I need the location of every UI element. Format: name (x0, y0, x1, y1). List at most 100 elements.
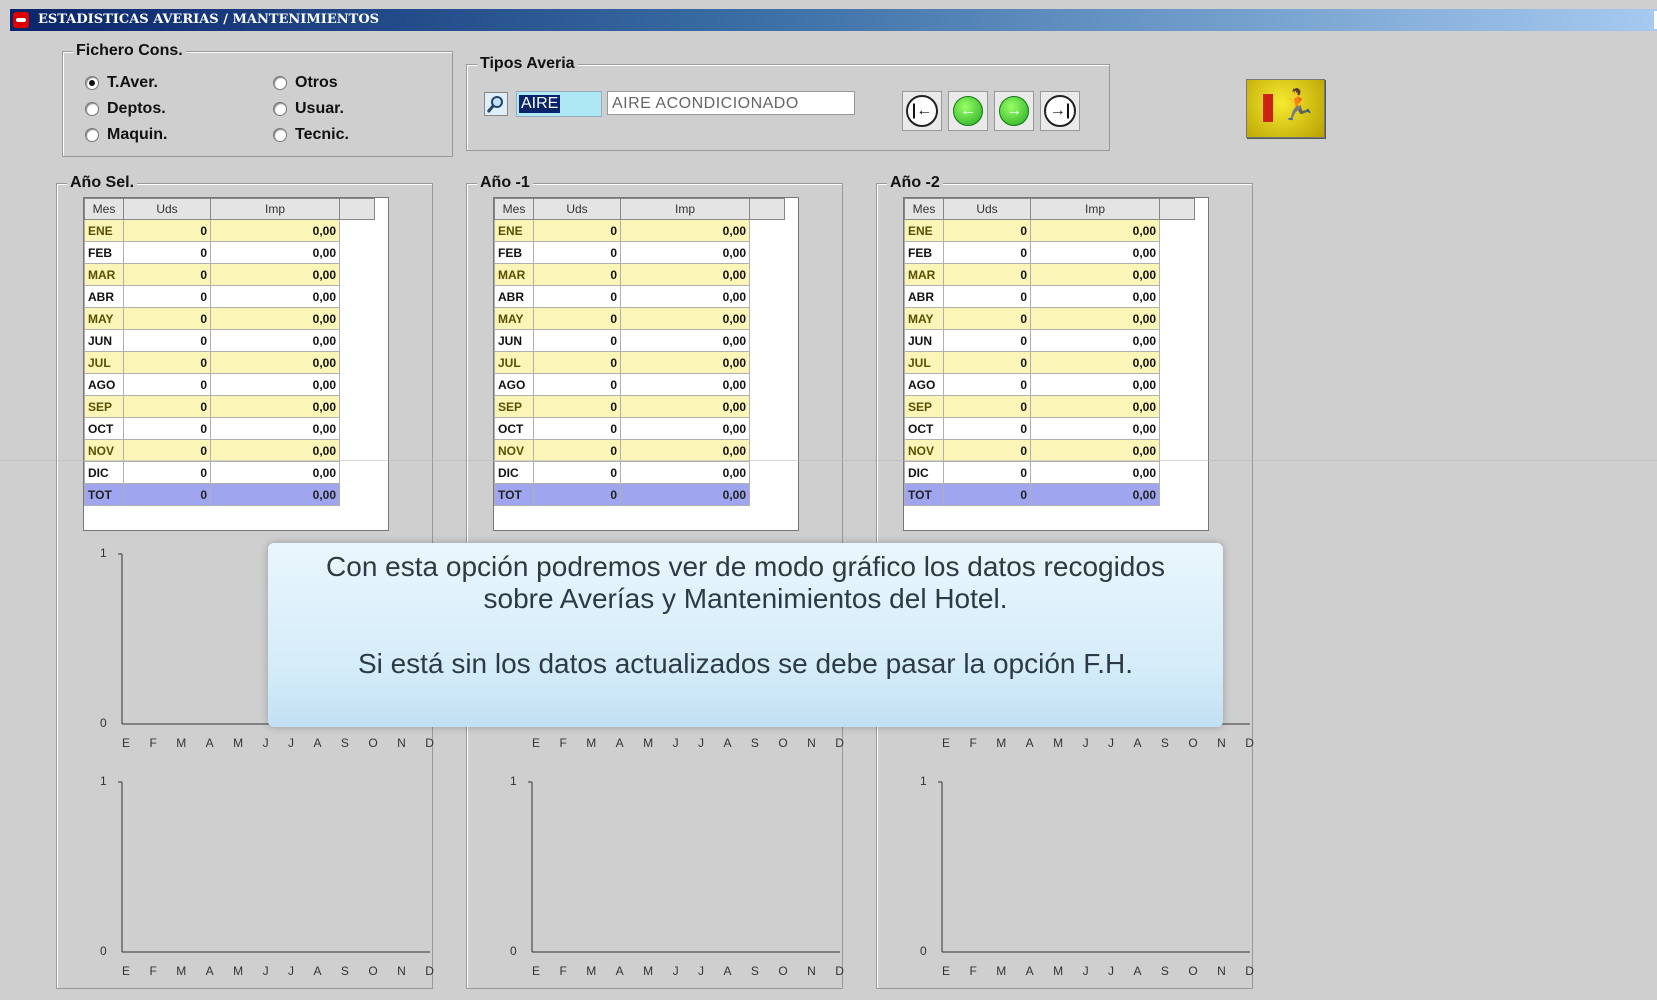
first-record-button[interactable]: |← (902, 91, 942, 131)
table-row[interactable]: AGO 0 0,00 (904, 373, 1195, 396)
row-spacer (339, 351, 375, 374)
table-row[interactable]: MAY 0 0,00 (494, 307, 785, 330)
radio-dot-icon (273, 128, 287, 142)
column-header-spacer[interactable] (339, 198, 375, 220)
table-row[interactable]: FEB 0 0,00 (904, 241, 1195, 264)
last-record-button[interactable]: →| (1040, 91, 1080, 131)
uds-cell: 0 (123, 439, 211, 462)
table-row[interactable]: FEB 0 0,00 (84, 241, 375, 264)
table-row[interactable]: JUN 0 0,00 (84, 329, 375, 352)
column-header[interactable]: Mes (494, 198, 534, 220)
column-header-spacer[interactable] (749, 198, 785, 220)
table-row[interactable]: SEP 0 0,00 (494, 395, 785, 418)
radio-tecnic[interactable]: Tecnic. (273, 126, 349, 144)
row-spacer (339, 483, 375, 506)
table-row[interactable]: AGO 0 0,00 (494, 373, 785, 396)
radio-deptos[interactable]: Deptos. (85, 100, 166, 118)
uds-cell: 0 (533, 241, 621, 264)
row-spacer (1159, 263, 1195, 286)
y-tick-label: 1 (920, 774, 927, 788)
table-row[interactable]: ENE 0 0,00 (904, 219, 1195, 242)
table-row[interactable]: NOV 0 0,00 (84, 439, 375, 462)
month-cell: FEB (84, 241, 124, 264)
info-line-2: sobre Averías y Mantenimientos del Hotel… (483, 583, 1008, 614)
column-header[interactable]: Mes (904, 198, 944, 220)
column-header[interactable]: Uds (123, 198, 211, 220)
imp-cell: 0,00 (210, 373, 340, 396)
column-header[interactable]: Imp (210, 198, 340, 220)
table-row[interactable]: MAR 0 0,00 (904, 263, 1195, 286)
total-row[interactable]: TOT 0 0,00 (494, 483, 785, 506)
search-icon[interactable] (484, 92, 508, 116)
table-row[interactable]: DIC 0 0,00 (904, 461, 1195, 484)
x-tick-label: M (176, 964, 187, 978)
table-row[interactable]: SEP 0 0,00 (904, 395, 1195, 418)
exit-button[interactable]: 🏃 (1246, 79, 1325, 138)
table-row[interactable]: JUN 0 0,00 (904, 329, 1195, 352)
panel-title: Año Sel. (67, 174, 138, 192)
table-row[interactable]: SEP 0 0,00 (84, 395, 375, 418)
table-row[interactable]: ABR 0 0,00 (904, 285, 1195, 308)
table-row[interactable]: OCT 0 0,00 (84, 417, 375, 440)
table-row[interactable]: ABR 0 0,00 (494, 285, 785, 308)
table-row[interactable]: DIC 0 0,00 (84, 461, 375, 484)
imp-cell: 0,00 (1030, 439, 1160, 462)
month-cell: ABR (84, 285, 124, 308)
row-spacer (339, 263, 375, 286)
table-row[interactable]: ENE 0 0,00 (84, 219, 375, 242)
x-tick-labels: EFMAMJJASOND (942, 736, 1254, 750)
table-row[interactable]: JUL 0 0,00 (904, 351, 1195, 374)
prev-record-button[interactable]: ← (948, 91, 988, 131)
total-row[interactable]: TOT 0 0,00 (84, 483, 375, 506)
row-spacer (1159, 219, 1195, 242)
imp-cell: 0,00 (1030, 395, 1160, 418)
next-record-button[interactable]: → (994, 91, 1034, 131)
column-header[interactable]: Imp (620, 198, 750, 220)
table-row[interactable]: MAR 0 0,00 (84, 263, 375, 286)
table-row[interactable]: NOV 0 0,00 (494, 439, 785, 462)
table-row[interactable]: DIC 0 0,00 (494, 461, 785, 484)
x-tick-label: A (723, 964, 732, 978)
column-header[interactable]: Uds (943, 198, 1031, 220)
table-row[interactable]: NOV 0 0,00 (904, 439, 1195, 462)
radio-maquin[interactable]: Maquin. (85, 126, 167, 144)
column-header-spacer[interactable] (1159, 198, 1195, 220)
table-row[interactable]: JUL 0 0,00 (494, 351, 785, 374)
radio-taver[interactable]: T.Aver. (85, 74, 158, 92)
table-row[interactable]: MAY 0 0,00 (84, 307, 375, 330)
month-cell: TOT (904, 483, 944, 506)
table-row[interactable]: FEB 0 0,00 (494, 241, 785, 264)
data-grid[interactable]: Mes Uds Imp ENE 0 0,00 FEB 0 0,00 MAR 0 0,00 ABR 0 0,0… (903, 197, 1209, 531)
row-spacer (1159, 241, 1195, 264)
table-row[interactable]: ENE 0 0,00 (494, 219, 785, 242)
x-tick-label: F (149, 964, 157, 978)
table-row[interactable]: AGO 0 0,00 (84, 373, 375, 396)
x-tick-label: O (1188, 736, 1198, 750)
data-grid[interactable]: Mes Uds Imp ENE 0 0,00 FEB 0 0,00 MAR 0 0,00 ABR 0 0,0… (83, 197, 389, 531)
table-row[interactable]: ABR 0 0,00 (84, 285, 375, 308)
month-cell: NOV (494, 439, 534, 462)
x-tick-labels: EFMAMJJASOND (122, 736, 434, 750)
column-header[interactable]: Imp (1030, 198, 1160, 220)
table-row[interactable]: MAR 0 0,00 (494, 263, 785, 286)
table-row[interactable]: JUL 0 0,00 (84, 351, 375, 374)
total-row[interactable]: TOT 0 0,00 (904, 483, 1195, 506)
uds-cell: 0 (943, 307, 1031, 330)
column-header[interactable]: Mes (84, 198, 124, 220)
radio-dot-icon (85, 76, 99, 90)
radio-usuar[interactable]: Usuar. (273, 100, 344, 118)
imp-cell: 0,00 (210, 417, 340, 440)
averia-code-input[interactable]: AIRE (516, 91, 602, 117)
column-header[interactable]: Uds (533, 198, 621, 220)
table-row[interactable]: MAY 0 0,00 (904, 307, 1195, 330)
x-tick-label: M (233, 964, 244, 978)
table-row[interactable]: OCT 0 0,00 (904, 417, 1195, 440)
imp-cell: 0,00 (620, 329, 750, 352)
data-grid[interactable]: Mes Uds Imp ENE 0 0,00 FEB 0 0,00 MAR 0 0,00 ABR 0 0,0… (493, 197, 799, 531)
month-cell: MAY (84, 307, 124, 330)
table-row[interactable]: OCT 0 0,00 (494, 417, 785, 440)
row-spacer (1159, 417, 1195, 440)
x-tick-label: N (397, 964, 406, 978)
radio-otros[interactable]: Otros (273, 74, 338, 92)
table-row[interactable]: JUN 0 0,00 (494, 329, 785, 352)
